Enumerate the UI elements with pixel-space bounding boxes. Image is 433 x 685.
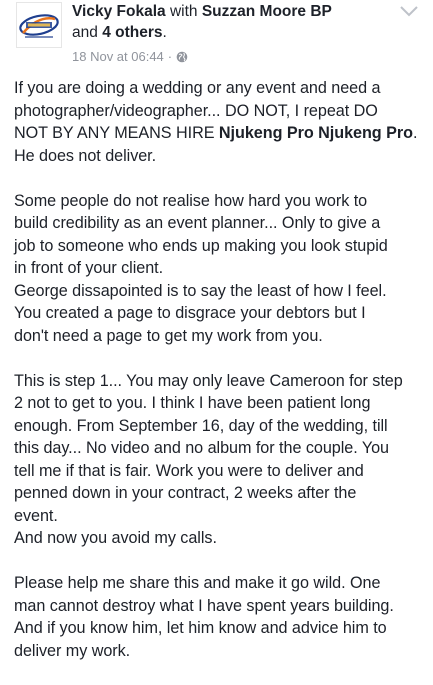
paragraph-4: Please help me share this and make it go… [14,572,426,662]
with-word: with [169,3,198,20]
text-line: Please help me share this and make it go… [14,574,381,592]
and-word: and [72,24,98,41]
text-line: This is step 1... You may only leave Cam… [14,371,403,390]
text-line: this day... No video and no album for th… [14,439,390,457]
page-logo-image [17,3,61,47]
text-line: photographer/videographer... DO NOT, I r… [14,101,378,120]
text-line: tell me if that is fair. Work you were t… [14,461,364,480]
post-body: If you are doing a wedding or any event … [14,77,426,685]
post-header: Vicky Fokala with Suzzan Moore BP and 4 … [0,0,433,66]
text-line: NOT BY ANY MEANS HIRE Njukeng Pro Njuken… [14,122,426,145]
text-segment: NOT BY ANY MEANS HIRE [14,124,219,142]
text-line: job to someone who ends up making you lo… [14,236,388,255]
text-line: enough. From September 16, day of the we… [14,416,388,435]
others-link[interactable]: 4 others [102,24,162,41]
text-line: And now you avoid my calls. [14,529,217,547]
chevron-down-icon[interactable] [399,4,419,18]
avatar[interactable] [16,2,62,48]
mention-link[interactable]: Njukeng Pro Njukeng Pro [219,124,413,142]
header-period: . [162,24,167,41]
text-line: And if you know him, let him know and ad… [14,619,387,637]
text-line: deliver my work. [14,641,131,660]
paragraph-2: Some people do not realise how hard you … [14,190,426,348]
meta-dot: · [167,49,173,64]
timestamp[interactable]: 18 Nov at 06:44 [72,49,164,65]
paragraph-1: If you are doing a wedding or any event … [14,77,426,167]
text-segment: . [412,124,418,142]
post-meta: 18 Nov at 06:44 · [72,49,188,65]
paragraph-3: This is step 1... You may only leave Cam… [14,370,426,550]
author-name[interactable]: Vicky Fokala [72,3,166,20]
text-line: If you are doing a wedding or any event … [14,79,381,97]
text-line: build credibility as an event planner...… [14,214,381,232]
tagged-person[interactable]: Suzzan Moore BP [202,3,332,20]
text-line: 2 not to get to you. I think I have been… [14,394,371,412]
text-line: man cannot destroy what I have spent yea… [14,596,394,615]
text-line: Some people do not realise how hard you … [14,191,368,210]
globe-icon [176,51,188,63]
text-line: George dissapointed is to say the least … [14,281,387,300]
text-line: You created a page to disgrace your debt… [14,304,366,322]
text-line: He does not deliver. [14,146,157,165]
text-line: penned down in your contract, 2 weeks af… [14,484,357,502]
text-line: don't need a page to get my work from yo… [14,326,323,345]
post-header-text: Vicky Fokala with Suzzan Moore BP and 4 … [72,1,392,43]
text-line: event. [14,506,58,525]
text-line: in front of your client. [14,259,164,277]
